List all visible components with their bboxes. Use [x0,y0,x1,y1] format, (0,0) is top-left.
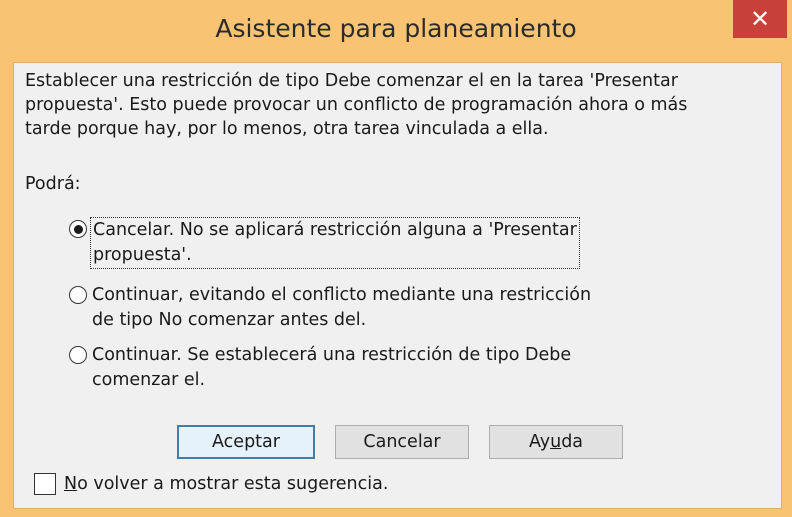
radio-must-start-on[interactable] [69,346,87,364]
radio-no-start-before[interactable] [69,286,87,304]
radio-selected-dot [73,224,83,234]
option-no-start-before[interactable]: Continuar, evitando el conflicto mediant… [69,283,591,333]
dont-show-again[interactable]: No volver a mostrar esta sugerencia. [34,473,388,495]
option-cancel-label[interactable]: Cancelar. No se aplicará restricción alg… [90,217,580,269]
dont-show-label[interactable]: No volver a mostrar esta sugerencia. [64,474,388,494]
ok-button[interactable]: Aceptar [177,425,315,459]
warning-message: Establecer una restricción de tipo Debe … [25,71,688,139]
option-cancel[interactable]: Cancelar. No se aplicará restricción alg… [69,217,580,269]
help-button[interactable]: Ay u da [489,425,623,459]
window-title: Asistente para planeamiento [215,14,577,43]
cancel-button[interactable]: Cancelar [335,425,469,459]
help-label-end: da [561,432,584,452]
dont-show-mnemonic: N [64,474,78,494]
option-no-start-before-label[interactable]: Continuar, evitando el conflicto mediant… [92,283,591,333]
dont-show-checkbox[interactable] [34,473,56,495]
close-icon: ✕ [749,5,771,33]
dialog-body: Establecer una restricción de tipo Debe … [13,62,782,509]
option-must-start-on-label[interactable]: Continuar. Se establecerá una restricció… [92,343,571,393]
options-prompt: Podrá: [25,174,81,194]
title-bar[interactable]: Asistente para planeamiento ✕ [0,0,792,62]
help-label-start: Ay [528,432,551,452]
close-button[interactable]: ✕ [733,0,787,38]
radio-cancel[interactable] [69,220,87,238]
option-must-start-on[interactable]: Continuar. Se establecerá una restricció… [69,343,571,393]
help-mnemonic: u [550,432,562,452]
dont-show-rest: o volver a mostrar esta sugerencia. [77,474,389,494]
